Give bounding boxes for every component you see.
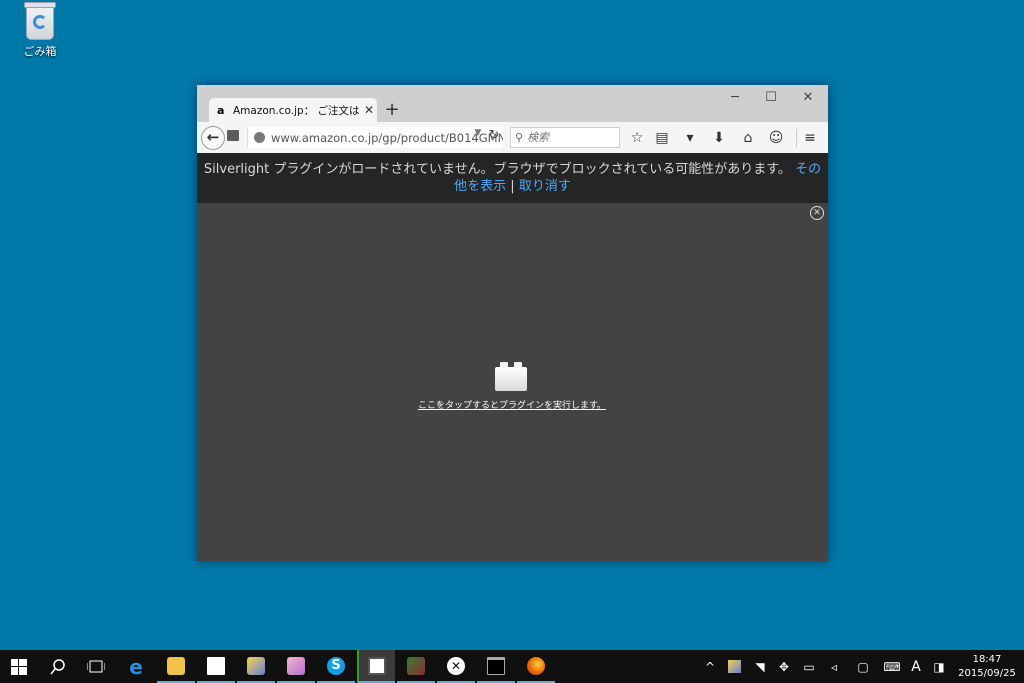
- app-button-1[interactable]: [237, 650, 275, 683]
- store-icon: [207, 656, 225, 675]
- maximize-button[interactable]: ☐: [753, 89, 789, 107]
- show-hidden-icons-button[interactable]: ^: [699, 650, 721, 683]
- run-plugin-link[interactable]: ここをタップするとプラグインを実行します。: [397, 398, 627, 411]
- site-identity-icon[interactable]: [227, 130, 239, 141]
- globe-icon: [254, 132, 265, 143]
- tab-amazon[interactable]: a Amazon.co.jp： ご注文はう... ✕: [209, 98, 377, 122]
- amazon-favicon-icon: a: [217, 103, 225, 117]
- search-box[interactable]: ⚲: [510, 127, 620, 148]
- minimize-button[interactable]: ─: [717, 89, 753, 107]
- store-button[interactable]: [197, 650, 235, 683]
- url-bar[interactable]: www.amazon.co.jp/gp/product/B014GMN: [247, 127, 503, 148]
- dropbox-icon[interactable]: ✥: [773, 650, 795, 683]
- edge-button[interactable]: e: [117, 650, 155, 683]
- clock-time: 18:47: [972, 654, 1002, 665]
- title-bar: a Amazon.co.jp： ご注文はう... ✕ + ─ ☐ ✕: [197, 85, 828, 122]
- ime-indicator[interactable]: A: [905, 650, 927, 683]
- search-icon: [50, 658, 65, 674]
- edge-icon: e: [129, 654, 143, 679]
- menu-icon[interactable]: ≡: [800, 128, 820, 148]
- search-button[interactable]: [39, 650, 77, 683]
- skype-icon: S: [327, 656, 345, 675]
- browser-window: a Amazon.co.jp： ご注文はう... ✕ + ─ ☐ ✕ ← www…: [197, 85, 828, 561]
- firefox-button[interactable]: [517, 650, 555, 683]
- search-input[interactable]: [527, 131, 611, 144]
- terminal-button[interactable]: [477, 650, 515, 683]
- toolbar-divider: [796, 129, 797, 147]
- file-explorer-button[interactable]: [157, 650, 195, 683]
- xbox-icon: ✕: [447, 656, 465, 675]
- reload-icon[interactable]: ↻: [487, 128, 501, 143]
- folder-icon: [167, 656, 185, 675]
- navigation-toolbar: ← www.amazon.co.jp/gp/product/B014GMN ▼ …: [197, 122, 828, 154]
- back-button[interactable]: ←: [201, 126, 225, 150]
- app-icon: [407, 656, 425, 675]
- reading-list-icon[interactable]: ▤: [652, 128, 672, 148]
- firefox-icon: [527, 656, 545, 675]
- active-app-icon: [368, 656, 386, 675]
- recycle-bin[interactable]: ごみ箱: [18, 2, 62, 59]
- app-icon: [247, 656, 265, 675]
- windows-logo-icon: [11, 658, 27, 675]
- skype-button[interactable]: S: [317, 650, 355, 683]
- cancel-link[interactable]: 取り消す: [519, 179, 571, 194]
- network-icon[interactable]: ◥: [749, 650, 771, 683]
- pocket-icon[interactable]: ▾: [680, 128, 700, 148]
- volume-icon[interactable]: ◃: [823, 650, 845, 683]
- app-button-2[interactable]: [277, 650, 315, 683]
- new-tab-button[interactable]: +: [383, 99, 401, 120]
- recycle-bin-icon: [24, 2, 56, 40]
- url-text: www.amazon.co.jp/gp/product/B014GMN: [271, 130, 503, 145]
- tab-close-icon[interactable]: ✕: [361, 103, 377, 117]
- notification-separator: |: [510, 179, 515, 194]
- action-center-icon[interactable]: ▢: [852, 650, 874, 683]
- xbox-button[interactable]: ✕: [437, 650, 475, 683]
- close-window-button[interactable]: ✕: [790, 89, 826, 107]
- app-icon: [287, 656, 305, 675]
- close-notification-icon[interactable]: ✕: [810, 206, 824, 220]
- touch-keyboard-icon[interactable]: ⌨: [879, 650, 905, 683]
- tray-app-icon[interactable]: [723, 650, 745, 683]
- task-view-button[interactable]: [77, 650, 115, 683]
- search-icon: ⚲: [514, 131, 524, 144]
- clock[interactable]: 18:47 2015/09/25: [952, 653, 1022, 681]
- start-button[interactable]: [0, 650, 38, 683]
- hello-chat-icon[interactable]: ☺: [766, 128, 786, 148]
- bookmark-star-icon[interactable]: ☆: [627, 128, 647, 148]
- home-icon[interactable]: ⌂: [738, 128, 758, 148]
- app-button-3[interactable]: [397, 650, 435, 683]
- url-dropdown-icon[interactable]: ▼: [471, 128, 485, 138]
- notification-message: Silverlight プラグインがロードされていません。ブラウザでブロックされ…: [203, 162, 791, 177]
- taskbar: e S ✕ ^ ◥ ✥ ▭ ◃ ▢ ⌨ A ◨ 18:47 2015/09/25: [0, 650, 1024, 683]
- download-icon[interactable]: ⬇: [709, 128, 729, 148]
- active-app-button[interactable]: [357, 650, 395, 683]
- notification-icon[interactable]: ◨: [928, 650, 950, 683]
- terminal-icon: [487, 656, 505, 675]
- plugin-lego-icon[interactable]: [495, 362, 527, 391]
- clock-date: 2015/09/25: [958, 668, 1016, 679]
- recycle-bin-label: ごみ箱: [23, 45, 57, 58]
- battery-icon[interactable]: ▭: [798, 650, 820, 683]
- task-view-icon: [87, 660, 105, 672]
- plugin-notification-bar: Silverlight プラグインがロードされていません。ブラウザでブロックされ…: [197, 153, 828, 203]
- tab-title: Amazon.co.jp： ご注文はう...: [233, 104, 361, 117]
